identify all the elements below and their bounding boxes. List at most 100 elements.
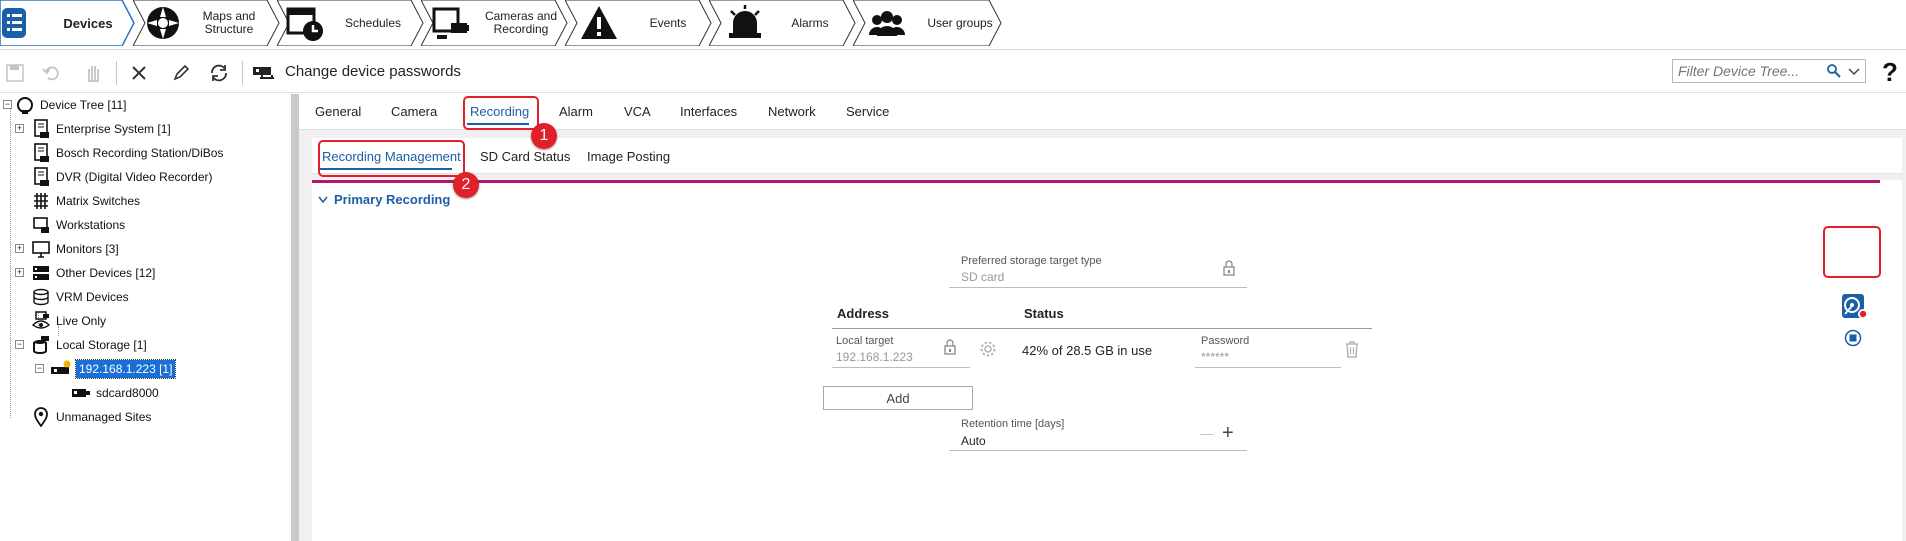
gear-icon[interactable] [979,340,997,358]
tab-interfaces[interactable]: Interfaces [680,104,737,119]
undo-button[interactable] [38,60,64,86]
events-warning-icon [581,6,617,39]
save-icon [6,64,24,82]
tree-item-dvr[interactable]: DVR (Digital Video Recorder) [30,166,213,188]
column-header-status: Status [1024,306,1064,321]
tab-service[interactable]: Service [846,104,889,119]
highlight-recording-tab [463,96,539,130]
hand-button[interactable] [80,60,106,86]
local-target-value[interactable]: 192.168.1.223 [836,350,913,364]
tree-item-matrix-switches[interactable]: Matrix Switches [30,190,140,212]
help-button[interactable]: ? [1882,57,1898,88]
device-tree-icon [14,94,36,116]
delete-button[interactable] [126,60,152,86]
tree-item-label: 192.168.1.223 [1] [74,359,177,379]
tree-item-label: Other Devices [12] [56,266,156,280]
tree-item-label: Monitors [3] [56,242,119,256]
tree-expander[interactable]: + [15,268,24,277]
matrix-switch-icon [30,190,52,212]
highlight-recording-icon [1823,226,1881,278]
dvr-icon [30,166,52,188]
refresh-icon [211,64,227,82]
decrement-button[interactable]: — [1200,426,1213,441]
chevron-down-icon[interactable] [1846,63,1862,79]
tree-item-label: Matrix Switches [56,194,141,208]
tree-item-label: Workstations [56,218,126,232]
preferred-storage-value[interactable]: SD card [961,270,1004,284]
tree-item-live-only[interactable]: Live Only [30,310,106,332]
maps-structure-icon [147,7,179,39]
nav-tab-events[interactable]: Events [565,0,713,46]
device-password-icon [253,67,274,79]
highlight-recording-management-tab [318,140,465,177]
recording-management-content: Primary Recording Preferred storage targ… [312,180,1902,541]
tree-item-encoder-192-168-1-223[interactable]: 192.168.1.223 [1] [50,358,177,380]
tab-alarm[interactable]: Alarm [559,104,593,119]
tree-item-unmanaged-sites[interactable]: Unmanaged Sites [30,406,151,428]
tree-item-label: Enterprise System [1] [56,122,171,136]
field-underline [949,450,1247,451]
nav-tab-alarms[interactable]: Alarms [709,0,857,46]
tab-general[interactable]: General [315,104,361,119]
user-groups-icon [869,11,905,36]
tree-item-device-tree[interactable]: Device Tree [11] [14,94,126,116]
tree-item-label: DVR (Digital Video Recorder) [56,170,213,184]
change-password-button[interactable] [250,60,280,86]
primary-recording-section[interactable]: Primary Recording [318,192,450,207]
lock-icon [1223,260,1235,276]
nav-tab-maps-structure[interactable]: Maps and Structure [133,0,281,46]
add-button[interactable]: Add [823,386,973,410]
tree-item-label: sdcard8000 [96,386,159,400]
increment-button[interactable]: + [1222,422,1234,445]
nav-tab-devices[interactable]: Devices [0,0,136,46]
table-header-underline [832,328,1372,329]
password-label: Password [1201,335,1250,347]
toolbar-separator [116,61,117,85]
step-badge-2: 2 [453,172,479,198]
refresh-button[interactable] [206,60,232,86]
tree-item-recording-station[interactable]: Bosch Recording Station/DiBos [30,142,223,164]
tab-image-posting[interactable]: Image Posting [587,149,670,164]
retention-time-value[interactable]: Auto [961,434,986,448]
location-pin-icon [30,406,52,428]
preferred-storage-label: Preferred storage target type [961,255,1102,267]
vrm-devices-icon [30,286,52,308]
nav-tab-cameras-recording[interactable]: Cameras and Recording [421,0,569,46]
stop-recording-icon[interactable] [1844,329,1862,347]
password-value[interactable]: ****** [1201,350,1229,364]
filter-input[interactable] [1673,60,1823,82]
field-underline [832,367,970,368]
tree-expander[interactable]: − [3,100,12,109]
tree-item-sdcard8000[interactable]: sdcard8000 [70,382,159,404]
tree-expander[interactable]: + [15,124,24,133]
tree-item-monitors[interactable]: Monitors [3] [30,238,119,260]
undo-icon [42,66,59,81]
filter-device-tree[interactable] [1672,59,1866,83]
tab-vca[interactable]: VCA [624,104,651,119]
tree-item-local-storage[interactable]: Local Storage [1] [30,334,147,356]
close-icon [132,66,146,80]
tree-item-enterprise-system[interactable]: Enterprise System [1] [30,118,171,140]
save-button[interactable] [2,60,28,86]
tree-item-other-devices[interactable]: Other Devices [12] [30,262,155,284]
schedules-icon [286,7,323,41]
panel-splitter[interactable] [291,94,299,541]
encoder-icon [50,358,72,380]
search-icon [1827,64,1841,78]
tab-network[interactable]: Network [768,104,816,119]
tree-item-workstations[interactable]: Workstations [30,214,125,236]
nav-tab-user-groups[interactable]: User groups [853,0,1003,46]
tree-expander[interactable]: + [15,244,24,253]
tree-expander[interactable]: − [35,364,44,373]
nav-tab-schedules[interactable]: Schedules [277,0,425,46]
tab-camera[interactable]: Camera [391,104,437,119]
hard-disk-recording-icon[interactable] [1840,292,1868,320]
tree-item-vrm-devices[interactable]: VRM Devices [30,286,129,308]
edit-button[interactable] [168,60,194,86]
field-underline [1195,367,1341,368]
cameras-recording-icon [432,7,469,39]
lock-icon [944,339,956,355]
trash-icon[interactable] [1344,340,1360,358]
tree-expander[interactable]: − [15,340,24,349]
tab-sd-card-status[interactable]: SD Card Status [480,149,570,164]
